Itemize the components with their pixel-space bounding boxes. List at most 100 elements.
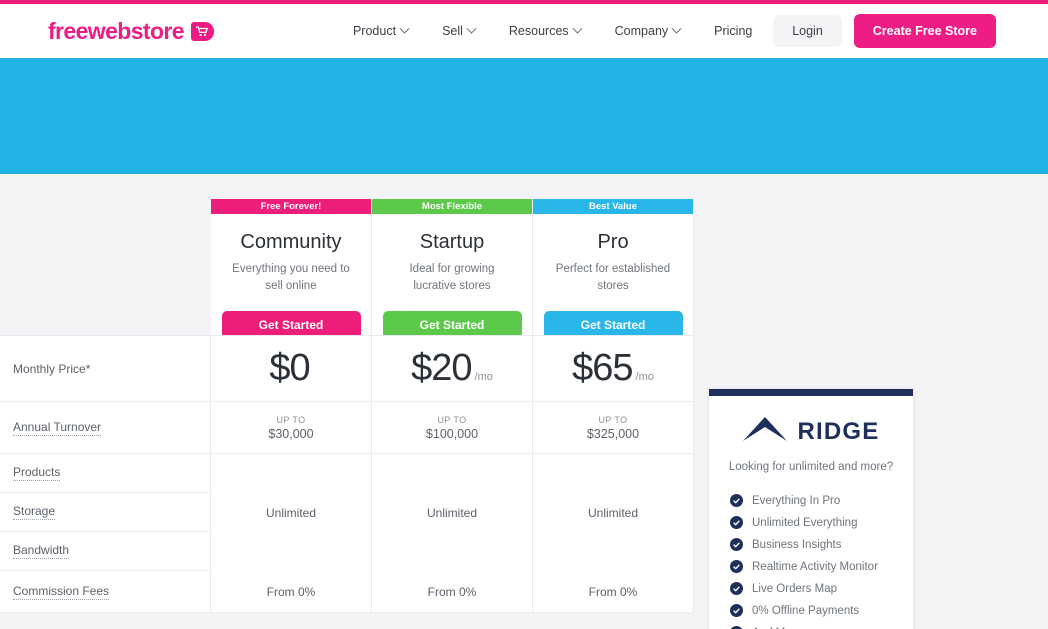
cell-price-startup: $20 /mo bbox=[372, 336, 533, 401]
cell-commission-pro: From 0% bbox=[533, 571, 694, 612]
feature-label: Realtime Activity Monitor bbox=[752, 560, 878, 573]
nav-item-product[interactable]: Product bbox=[352, 23, 410, 38]
plan-card-pro: Best Value Pro Perfect for established s… bbox=[533, 199, 694, 352]
plan-ribbon: Most Flexible bbox=[372, 199, 532, 214]
list-item: Everything In Pro bbox=[730, 494, 913, 507]
row-label-text: Annual Turnover bbox=[13, 419, 102, 436]
list-item: Unlimited Everything bbox=[730, 516, 913, 529]
table-row: Bandwidth bbox=[0, 532, 694, 571]
row-label-text: Monthly Price* bbox=[13, 361, 91, 376]
brand-logo[interactable]: freewebstore bbox=[48, 18, 214, 45]
row-label-products: Products bbox=[0, 454, 211, 492]
nav-label: Product bbox=[352, 24, 397, 38]
plan-card-community: Free Forever! Community Everything you n… bbox=[211, 199, 372, 352]
row-label-text: Bandwidth bbox=[13, 543, 70, 559]
cell-price-pro: $65 /mo bbox=[533, 336, 694, 401]
turnover-value: $30,000 bbox=[268, 426, 314, 441]
login-button[interactable]: Login bbox=[773, 15, 842, 47]
table-row: Annual Turnover UP TO $30,000 UP TO $100… bbox=[0, 402, 694, 454]
cell-bandwidth-pro bbox=[533, 532, 694, 570]
pricing-table: Free Forever! Community Everything you n… bbox=[0, 174, 694, 629]
nav-item-resources[interactable]: Resources bbox=[508, 23, 583, 38]
cell-storage-startup bbox=[372, 493, 533, 531]
chevron-down-icon bbox=[399, 23, 410, 34]
unlimited-row-group: Products Storage Bandwidth Unlimited Unl… bbox=[0, 454, 694, 571]
nav-label: Pricing bbox=[714, 24, 753, 38]
row-label-annual-turnover: Annual Turnover bbox=[0, 402, 211, 453]
upto-prefix: UP TO bbox=[598, 414, 628, 425]
check-circle-icon bbox=[730, 538, 743, 551]
row-label-text: Commission Fees bbox=[13, 583, 110, 600]
price-value: $65 bbox=[572, 347, 633, 389]
site-header: freewebstore Product Sell Resources Comp… bbox=[0, 4, 1048, 58]
brand-logo-text: freewebstore bbox=[48, 17, 185, 44]
row-label-text: Storage bbox=[13, 504, 56, 520]
cell-products-community bbox=[211, 454, 372, 492]
cell-bandwidth-startup bbox=[372, 532, 533, 570]
cell-commission-community: From 0% bbox=[211, 571, 372, 612]
turnover-value: $325,000 bbox=[586, 426, 640, 441]
row-label-commission-fees: Commission Fees bbox=[0, 571, 211, 612]
row-label-text: Products bbox=[13, 465, 61, 481]
cell-products-startup bbox=[372, 454, 533, 492]
header-actions: Login Create Free Store bbox=[773, 14, 996, 48]
cell-turnover-community: UP TO $30,000 bbox=[211, 402, 372, 453]
nav-label: Company bbox=[614, 24, 669, 38]
ridge-tagline: Looking for unlimited and more? bbox=[728, 461, 894, 473]
plan-description: Ideal for growing lucrative stores bbox=[409, 263, 495, 292]
create-free-store-button[interactable]: Create Free Store bbox=[853, 14, 996, 48]
plan-name: Pro bbox=[597, 231, 629, 253]
price-value: $0 bbox=[269, 347, 310, 389]
nav-item-company[interactable]: Company bbox=[614, 23, 682, 38]
plan-description: Everything you need to sell online bbox=[232, 263, 350, 292]
feature-comparison-table: Monthly Price* $0 $20 /mo $65 /mo Annual… bbox=[0, 335, 694, 613]
plan-name: Community bbox=[240, 231, 342, 253]
upto-prefix: UP TO bbox=[276, 414, 306, 425]
list-item: Realtime Activity Monitor bbox=[730, 560, 913, 573]
ridge-brand: RIDGE bbox=[709, 416, 913, 447]
chevron-down-icon bbox=[572, 23, 583, 34]
check-circle-icon bbox=[730, 494, 743, 507]
cell-price-community: $0 bbox=[211, 336, 372, 401]
cell-bandwidth-community bbox=[211, 532, 372, 570]
plan-card-startup: Most Flexible Startup Ideal for growing … bbox=[372, 199, 533, 352]
upto-prefix: UP TO bbox=[437, 414, 467, 425]
table-row: Commission Fees From 0% From 0% From 0% bbox=[0, 571, 694, 613]
cell-storage-pro bbox=[533, 493, 694, 531]
cell-storage-community bbox=[211, 493, 372, 531]
feature-label: Business Insights bbox=[752, 538, 842, 551]
feature-label: Live Orders Map bbox=[752, 582, 838, 595]
list-item: Live Orders Map bbox=[730, 582, 913, 595]
price-value: $20 bbox=[411, 347, 472, 389]
plan-name: Startup bbox=[419, 231, 485, 253]
page-body: Free Forever! Community Everything you n… bbox=[0, 174, 1048, 629]
table-row: Storage bbox=[0, 493, 694, 532]
ridge-promo-panel: RIDGE Looking for unlimited and more? Ev… bbox=[709, 389, 913, 629]
plan-ribbon: Best Value bbox=[533, 199, 693, 214]
main-nav: Product Sell Resources Company Pricing bbox=[352, 23, 752, 38]
check-circle-icon bbox=[730, 560, 743, 573]
cell-commission-startup: From 0% bbox=[372, 571, 533, 612]
nav-item-sell[interactable]: Sell bbox=[442, 23, 477, 38]
nav-label: Resources bbox=[508, 24, 569, 38]
chevron-down-icon bbox=[466, 23, 477, 34]
price-period: /mo bbox=[635, 371, 654, 383]
mountain-icon bbox=[742, 416, 788, 447]
row-label-monthly-price: Monthly Price* bbox=[0, 336, 211, 401]
nav-label: Sell bbox=[442, 24, 463, 38]
list-item: Business Insights bbox=[730, 538, 913, 551]
feature-label: Unlimited Everything bbox=[752, 516, 858, 529]
check-circle-icon bbox=[730, 516, 743, 529]
check-circle-icon bbox=[730, 582, 743, 595]
ridge-feature-list: Everything In Pro Unlimited Everything B… bbox=[730, 494, 913, 629]
row-label-bandwidth: Bandwidth bbox=[0, 532, 211, 570]
table-row: Monthly Price* $0 $20 /mo $65 /mo bbox=[0, 336, 694, 402]
nav-item-pricing[interactable]: Pricing bbox=[714, 24, 752, 38]
table-row: Products bbox=[0, 454, 694, 493]
cell-turnover-pro: UP TO $325,000 bbox=[533, 402, 694, 453]
turnover-value: $100,000 bbox=[425, 426, 479, 441]
row-label-storage: Storage bbox=[0, 493, 211, 531]
list-item: 0% Offline Payments bbox=[730, 604, 913, 617]
ridge-name: RIDGE bbox=[797, 417, 880, 445]
price-period: /mo bbox=[474, 371, 493, 383]
